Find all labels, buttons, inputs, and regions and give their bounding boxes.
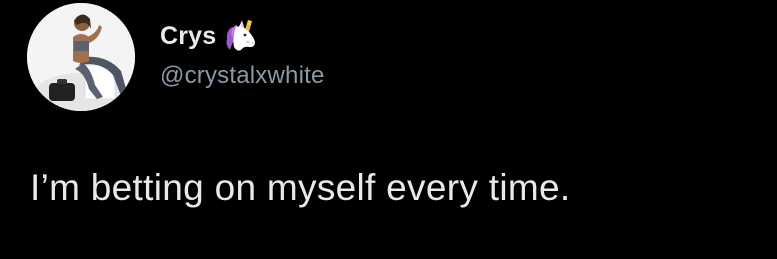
avatar[interactable] [27, 3, 135, 111]
display-name[interactable]: Crys [160, 22, 216, 51]
author-name-row: Crys [160, 16, 260, 56]
unicorn-icon [222, 17, 260, 55]
author-handle[interactable]: @crystalxwhite [160, 62, 325, 90]
profile-photo-icon [27, 3, 135, 111]
tweet-card: Crys @crystalxwhite I’m betting on mysel… [0, 0, 777, 259]
tweet-text: I’m betting on myself every time. [30, 167, 571, 208]
